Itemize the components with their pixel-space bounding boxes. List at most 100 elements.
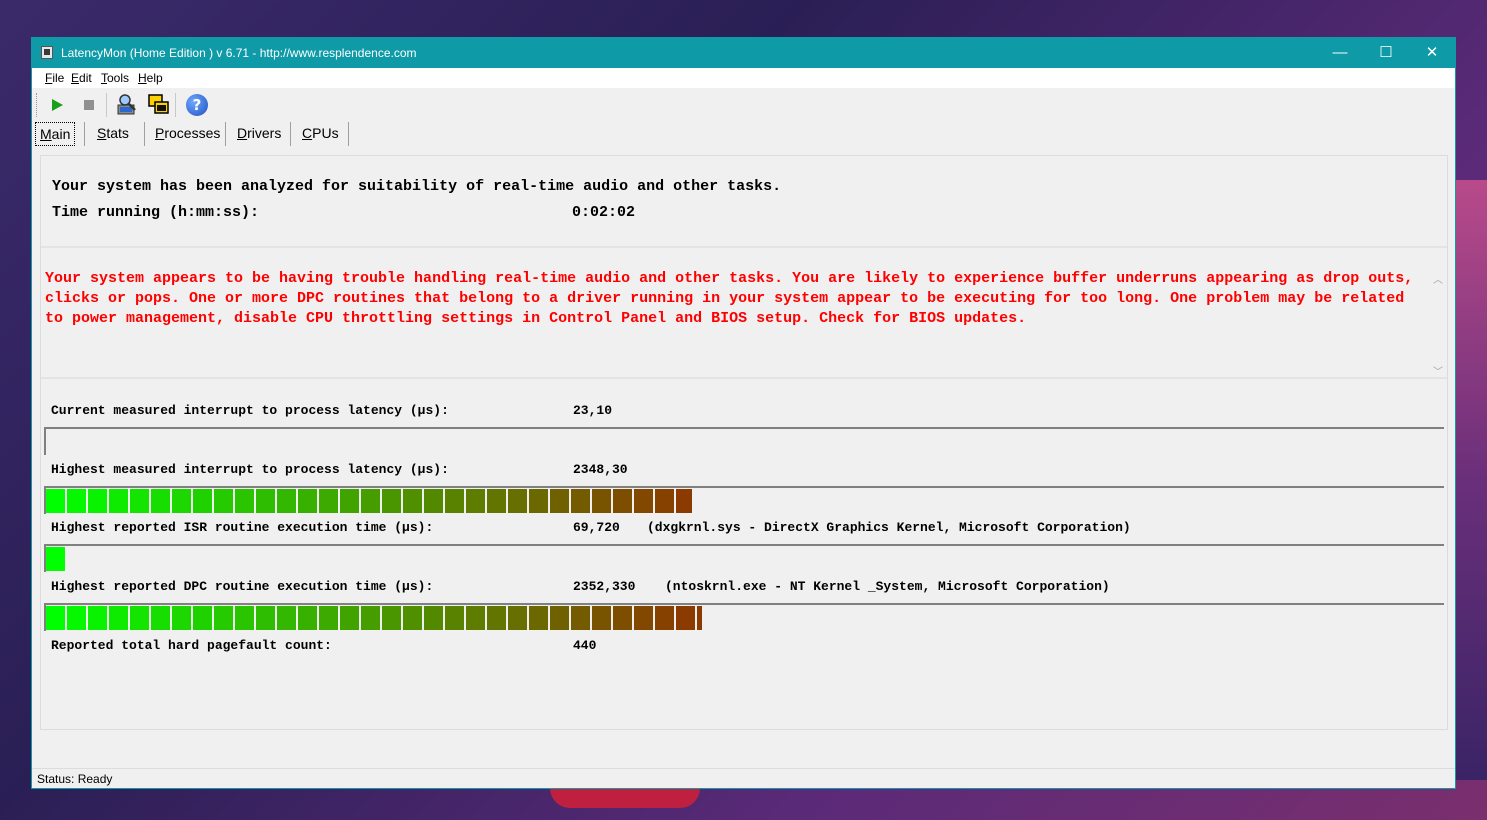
bar-segment: [130, 606, 149, 630]
close-button[interactable]: ✕: [1409, 38, 1455, 68]
analyze-button[interactable]: [115, 93, 139, 117]
stop-icon: [84, 100, 94, 110]
scroll-up-icon[interactable]: ︿: [1433, 271, 1443, 286]
tab-drivers[interactable]: Drivers: [233, 122, 285, 146]
dpc-time-bar: [44, 603, 1444, 631]
bar-segment: [424, 489, 443, 513]
toolbar-separator: [175, 93, 176, 117]
bar-segment: [676, 606, 695, 630]
bar-segment: [403, 489, 422, 513]
title-bar[interactable]: LatencyMon (Home Edition ) v 6.71 - http…: [32, 38, 1455, 68]
current-latency-label: Current measured interrupt to process la…: [51, 403, 449, 418]
bar-segment: [424, 606, 443, 630]
desktop-wallpaper-accent: [550, 788, 700, 808]
bar-segment: [214, 606, 233, 630]
bar-segment: [550, 606, 569, 630]
bar-segment: [256, 606, 275, 630]
summary-line: Your system has been analyzed for suitab…: [52, 178, 782, 195]
tab-cpus[interactable]: CPUs: [298, 122, 343, 146]
bar-segment: [676, 489, 692, 513]
bar-segment: [613, 489, 632, 513]
time-running-value: 0:02:02: [572, 204, 636, 221]
tab-separator: [348, 122, 349, 146]
summary-section: Your system has been analyzed for suitab…: [41, 156, 1447, 248]
bar-segment: [487, 606, 506, 630]
tab-processes[interactable]: Processes: [151, 122, 224, 146]
bar-segment: [445, 489, 464, 513]
bar-segment: [571, 606, 590, 630]
tab-separator: [144, 122, 145, 146]
time-running-label: Time running (h:mm:ss):: [52, 204, 260, 221]
highest-latency-value: 2348,30: [573, 462, 628, 477]
tab-stats[interactable]: Stats: [93, 122, 133, 146]
dpc-time-label: Highest reported DPC routine execution t…: [51, 579, 434, 594]
bar-segment: [67, 489, 86, 513]
bar-segment: [382, 489, 401, 513]
bar-segment: [634, 489, 653, 513]
app-icon: [41, 46, 53, 59]
bar-segment: [361, 606, 380, 630]
menu-help[interactable]: Help: [138, 71, 163, 85]
bar-segment: [655, 489, 674, 513]
stop-button[interactable]: [77, 93, 101, 117]
bar-segment: [697, 606, 702, 630]
bar-fill: [46, 488, 692, 514]
warning-text: Your system appears to be having trouble…: [45, 270, 1414, 327]
help-button[interactable]: ?: [185, 93, 209, 117]
bar-segment: [151, 489, 170, 513]
bar-segment: [298, 606, 317, 630]
highest-latency-bar: [44, 486, 1444, 514]
window-title: LatencyMon (Home Edition ) v 6.71 - http…: [61, 46, 417, 60]
bar-segment: [550, 489, 569, 513]
toolbar-grip[interactable]: [36, 93, 38, 117]
bar-segment: [529, 606, 548, 630]
minimize-button[interactable]: —: [1317, 38, 1363, 68]
current-latency-bar: [44, 427, 1444, 455]
bar-segment: [214, 489, 233, 513]
status-bar: Status: Ready: [32, 768, 1455, 788]
bar-segment: [235, 489, 254, 513]
isr-driver-detail: (dxgkrnl.sys - DirectX Graphics Kernel, …: [647, 520, 1131, 535]
bar-segment: [445, 606, 464, 630]
scroll-down-icon[interactable]: ﹀: [1433, 363, 1443, 378]
dpc-time-value: 2352,330: [573, 579, 636, 594]
status-text: Status: Ready: [37, 772, 113, 786]
latencymon-window: LatencyMon (Home Edition ) v 6.71 - http…: [31, 37, 1456, 789]
bar-segment: [592, 489, 611, 513]
dpc-driver-detail: (ntoskrnl.exe - NT Kernel _System, Micro…: [665, 579, 1110, 594]
main-panel: Your system has been analyzed for suitab…: [40, 155, 1448, 730]
menu-edit[interactable]: Edit: [71, 71, 92, 85]
bar-segment: [340, 606, 359, 630]
pagefault-label: Reported total hard pagefault count:: [51, 638, 332, 653]
menu-tools[interactable]: Tools: [101, 71, 129, 85]
toolbar: ?: [32, 90, 1455, 120]
menu-file[interactable]: File: [45, 71, 64, 85]
bar-segment: [319, 489, 338, 513]
warning-section[interactable]: Your system appears to be having trouble…: [41, 249, 1447, 379]
bar-segment: [172, 489, 191, 513]
bar-segment: [361, 489, 380, 513]
bar-segment: [151, 606, 170, 630]
bar-segment: [466, 606, 485, 630]
bar-segment: [487, 489, 506, 513]
bar-segment: [319, 606, 338, 630]
toolbar-separator: [106, 93, 107, 117]
tab-main[interactable]: Main: [35, 122, 76, 146]
bar-segment: [277, 606, 296, 630]
bar-segment: [340, 489, 359, 513]
start-button[interactable]: [45, 93, 69, 117]
bar-segment: [634, 606, 653, 630]
windows-button[interactable]: [147, 93, 171, 117]
maximize-button[interactable]: ☐: [1363, 38, 1409, 68]
bar-segment: [613, 606, 632, 630]
bar-segment: [88, 489, 107, 513]
isr-time-bar: [44, 544, 1444, 572]
bar-segment: [193, 606, 212, 630]
tab-separator: [84, 122, 85, 146]
bar-segment: [46, 547, 65, 571]
bar-segment: [592, 606, 611, 630]
bar-segment: [109, 606, 128, 630]
bar-segment: [88, 606, 107, 630]
bar-segment: [256, 489, 275, 513]
bar-segment: [277, 489, 296, 513]
